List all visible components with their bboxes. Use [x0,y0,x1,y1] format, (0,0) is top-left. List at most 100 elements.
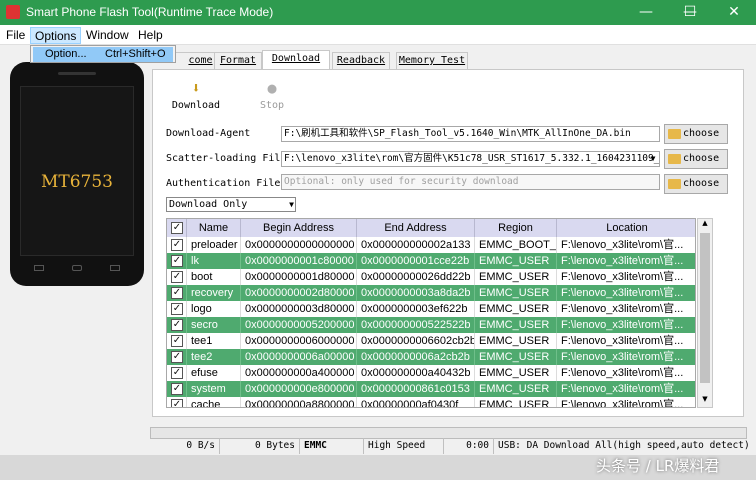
stop-button[interactable]: ● Stop [247,80,297,111]
row-checkbox[interactable]: ✓ [171,239,183,251]
column-end-address[interactable]: End Address [357,219,475,237]
cell-location: F:\lenovo_x3lite\rom\官... [557,349,695,365]
scatter-file-select[interactable]: F:\lenovo_x3lite\rom\官方固件\K51c78_USR_ST1… [281,151,660,167]
cell-end: 0x0000000006a2cb2b [357,349,475,365]
minimize-button-2[interactable]: — [624,0,668,25]
choose-label: choose [683,153,720,164]
row-checkbox[interactable]: ✓ [171,383,183,395]
column-region[interactable]: Region [475,219,557,237]
cell-end: 0x000000000a40432b [357,365,475,381]
scatter-file-label: Scatter-loading File [166,153,287,164]
tab-readback[interactable]: Readback [332,52,390,69]
row-checkbox-cell: ✓ [167,365,187,381]
scatter-file-choose-button[interactable]: choose [664,149,728,169]
cell-region: EMMC_USER [475,397,557,407]
row-checkbox-cell: ✓ [167,381,187,397]
row-checkbox[interactable]: ✓ [171,287,183,299]
scroll-up-icon[interactable]: ▲ [698,219,712,227]
status-storage: EMMC [300,438,364,454]
tab-format[interactable]: Format [214,52,262,69]
cell-name: tee2 [187,349,241,365]
partition-table: ✓ Name Begin Address End Address Region … [166,218,696,408]
cell-begin: 0x00000000a8800000 [241,397,357,407]
cell-location: F:\lenovo_x3lite\rom\官... [557,397,695,407]
row-checkbox-cell: ✓ [167,237,187,253]
menu-options[interactable]: Options [30,27,82,44]
column-name[interactable]: Name [187,219,241,237]
tab-memory-test[interactable]: Memory Test [396,52,468,69]
row-checkbox[interactable]: ✓ [171,399,183,407]
table-row[interactable]: ✓ recovery 0x0000000002d80000 0x0000000003a… [167,285,695,301]
table-row[interactable]: ✓ efuse 0x000000000a400000 0x000000000a4043… [167,365,695,381]
row-checkbox[interactable]: ✓ [171,255,183,267]
cell-begin: 0x0000000003d80000 [241,301,357,317]
table-row[interactable]: ✓ tee1 0x0000000006000000 0x0000000006602cb… [167,333,695,349]
close-button[interactable]: ✕ [712,0,756,25]
row-checkbox-cell: ✓ [167,333,187,349]
stop-label: Stop [259,100,285,111]
checkbox-icon: ✓ [171,222,183,234]
download-agent-label: Download-Agent [166,128,251,139]
dropdown-arrow-icon: ▼ [650,154,656,163]
status-usb-mode: USB: DA Download All(high speed,auto det… [498,440,750,451]
table-row[interactable]: ✓ boot 0x0000000001d80000 0x00000000026dd22… [167,269,695,285]
status-time: 0:00 [444,438,494,454]
row-checkbox[interactable]: ✓ [171,319,183,331]
row-checkbox[interactable]: ✓ [171,351,183,363]
table-row[interactable]: ✓ lk 0x0000000001c80000 0x0000000001cce22b E… [167,253,695,269]
auth-file-choose-button[interactable]: choose [664,174,728,194]
status-speed: 0 B/s [150,438,220,454]
table-header: ✓ Name Begin Address End Address Region … [167,219,695,237]
row-checkbox[interactable]: ✓ [171,367,183,379]
cell-location: F:\lenovo_x3lite\rom\官... [557,253,695,269]
table-row[interactable]: ✓ logo 0x0000000003d80000 0x0000000003ef622… [167,301,695,317]
table-row[interactable]: ✓ cache 0x00000000a8800000 0x00000000af0430… [167,397,695,407]
row-checkbox[interactable]: ✓ [171,335,183,347]
row-checkbox[interactable]: ✓ [171,303,183,315]
options-menu-item[interactable]: Option... Ctrl+Shift+O [33,47,173,62]
folder-icon [668,179,681,189]
table-scrollbar[interactable]: ▲ ▼ [697,218,713,408]
download-agent-field[interactable]: F:\刷机工具和软件\SP_Flash_Tool_v5.1640_Win\MTK… [281,126,660,142]
cell-location: F:\lenovo_x3lite\rom\官... [557,285,695,301]
tab-download[interactable]: Download [262,50,330,70]
row-checkbox-cell: ✓ [167,285,187,301]
column-location[interactable]: Location [557,219,695,237]
menu-help[interactable]: Help [134,27,167,44]
cell-region: EMMC_USER [475,349,557,365]
download-mode-select[interactable]: Download Only ▼ [166,197,296,212]
phone-speaker [58,72,96,75]
app-icon [6,5,20,19]
row-checkbox[interactable]: ✓ [171,271,183,283]
scroll-down-icon[interactable]: ▼ [698,395,712,403]
cell-end: 0x0000000006602cb2b [357,333,475,349]
table-row[interactable]: ✓ secro 0x0000000005200000 0x00000000052252… [167,317,695,333]
cell-name: recovery [187,285,241,301]
status-usb-speed: High Speed [364,438,444,454]
phone-home-icon [72,265,82,271]
download-button[interactable]: ⬇ Download [171,80,221,111]
table-row[interactable]: ✓ system 0x000000000e800000 0x00000000861c0… [167,381,695,397]
row-checkbox-cell: ✓ [167,317,187,333]
auth-file-field[interactable]: Optional: only used for security downloa… [281,174,660,190]
cell-end: 0x00000000af0430f [357,397,475,407]
cell-region: EMMC_BOOT_1 [475,237,557,253]
select-all-checkbox[interactable]: ✓ [167,219,187,237]
scrollbar-thumb[interactable] [700,233,710,383]
folder-icon [668,129,681,139]
menu-file[interactable]: File [2,27,29,44]
menu-window[interactable]: Window [82,27,133,44]
device-phone-image: MT6753 [10,62,144,286]
cell-region: EMMC_USER [475,333,557,349]
maximize-button[interactable]: ☐ [668,0,712,25]
table-row[interactable]: ✓ preloader 0x0000000000000000 0x0000000000… [167,237,695,253]
column-begin-address[interactable]: Begin Address [241,219,357,237]
row-checkbox-cell: ✓ [167,349,187,365]
phone-back-icon [34,265,44,271]
cell-name: logo [187,301,241,317]
cell-name: efuse [187,365,241,381]
download-agent-choose-button[interactable]: choose [664,124,728,144]
table-row[interactable]: ✓ tee2 0x0000000006a00000 0x0000000006a2cb2… [167,349,695,365]
row-checkbox-cell: ✓ [167,269,187,285]
cell-begin: 0x000000000e800000 [241,381,357,397]
